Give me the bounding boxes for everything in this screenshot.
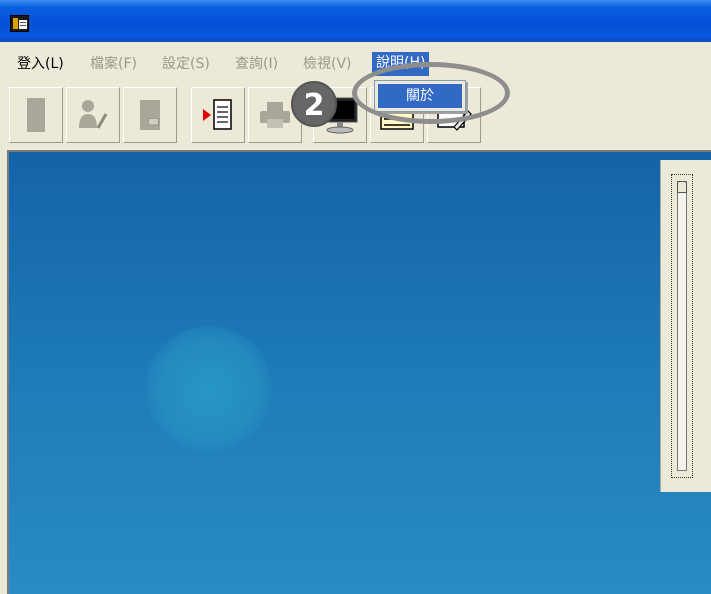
menu-query[interactable]: 查詢(I) xyxy=(235,54,278,76)
side-group-box xyxy=(671,174,693,478)
printer-icon xyxy=(260,102,290,128)
annotation-highlight-ellipse xyxy=(352,62,510,124)
document-icon xyxy=(27,98,45,132)
application-window: 登入(L) 檔案(F) 設定(S) 查詢(I) 檢視(V) 說明(H) 關於 2 xyxy=(0,0,711,594)
menu-settings[interactable]: 設定(S) xyxy=(162,54,210,76)
glow-circle xyxy=(146,326,272,452)
step-number-badge: 2 xyxy=(291,81,337,127)
menu-view[interactable]: 檢視(V) xyxy=(303,54,352,76)
user-edit-icon xyxy=(79,100,108,129)
title-bar[interactable] xyxy=(0,0,711,42)
menu-bar: 登入(L) 檔案(F) 設定(S) 查詢(I) 檢視(V) 說明(H) xyxy=(0,42,711,80)
menu-login[interactable]: 登入(L) xyxy=(17,54,64,76)
main-canvas xyxy=(9,152,711,594)
toolbar-button-document[interactable] xyxy=(9,87,63,143)
side-panel xyxy=(660,160,711,492)
page-icon xyxy=(140,100,160,130)
toolbar-button-user-edit[interactable] xyxy=(66,87,120,143)
toolbar-button-page[interactable] xyxy=(123,87,177,143)
side-slider-thumb[interactable] xyxy=(677,181,687,193)
play-document-icon xyxy=(203,99,232,130)
app-window-icon[interactable] xyxy=(10,15,29,32)
side-slider[interactable] xyxy=(677,181,687,471)
menu-file[interactable]: 檔案(F) xyxy=(90,54,137,76)
toolbar-button-play-document[interactable] xyxy=(191,87,245,143)
